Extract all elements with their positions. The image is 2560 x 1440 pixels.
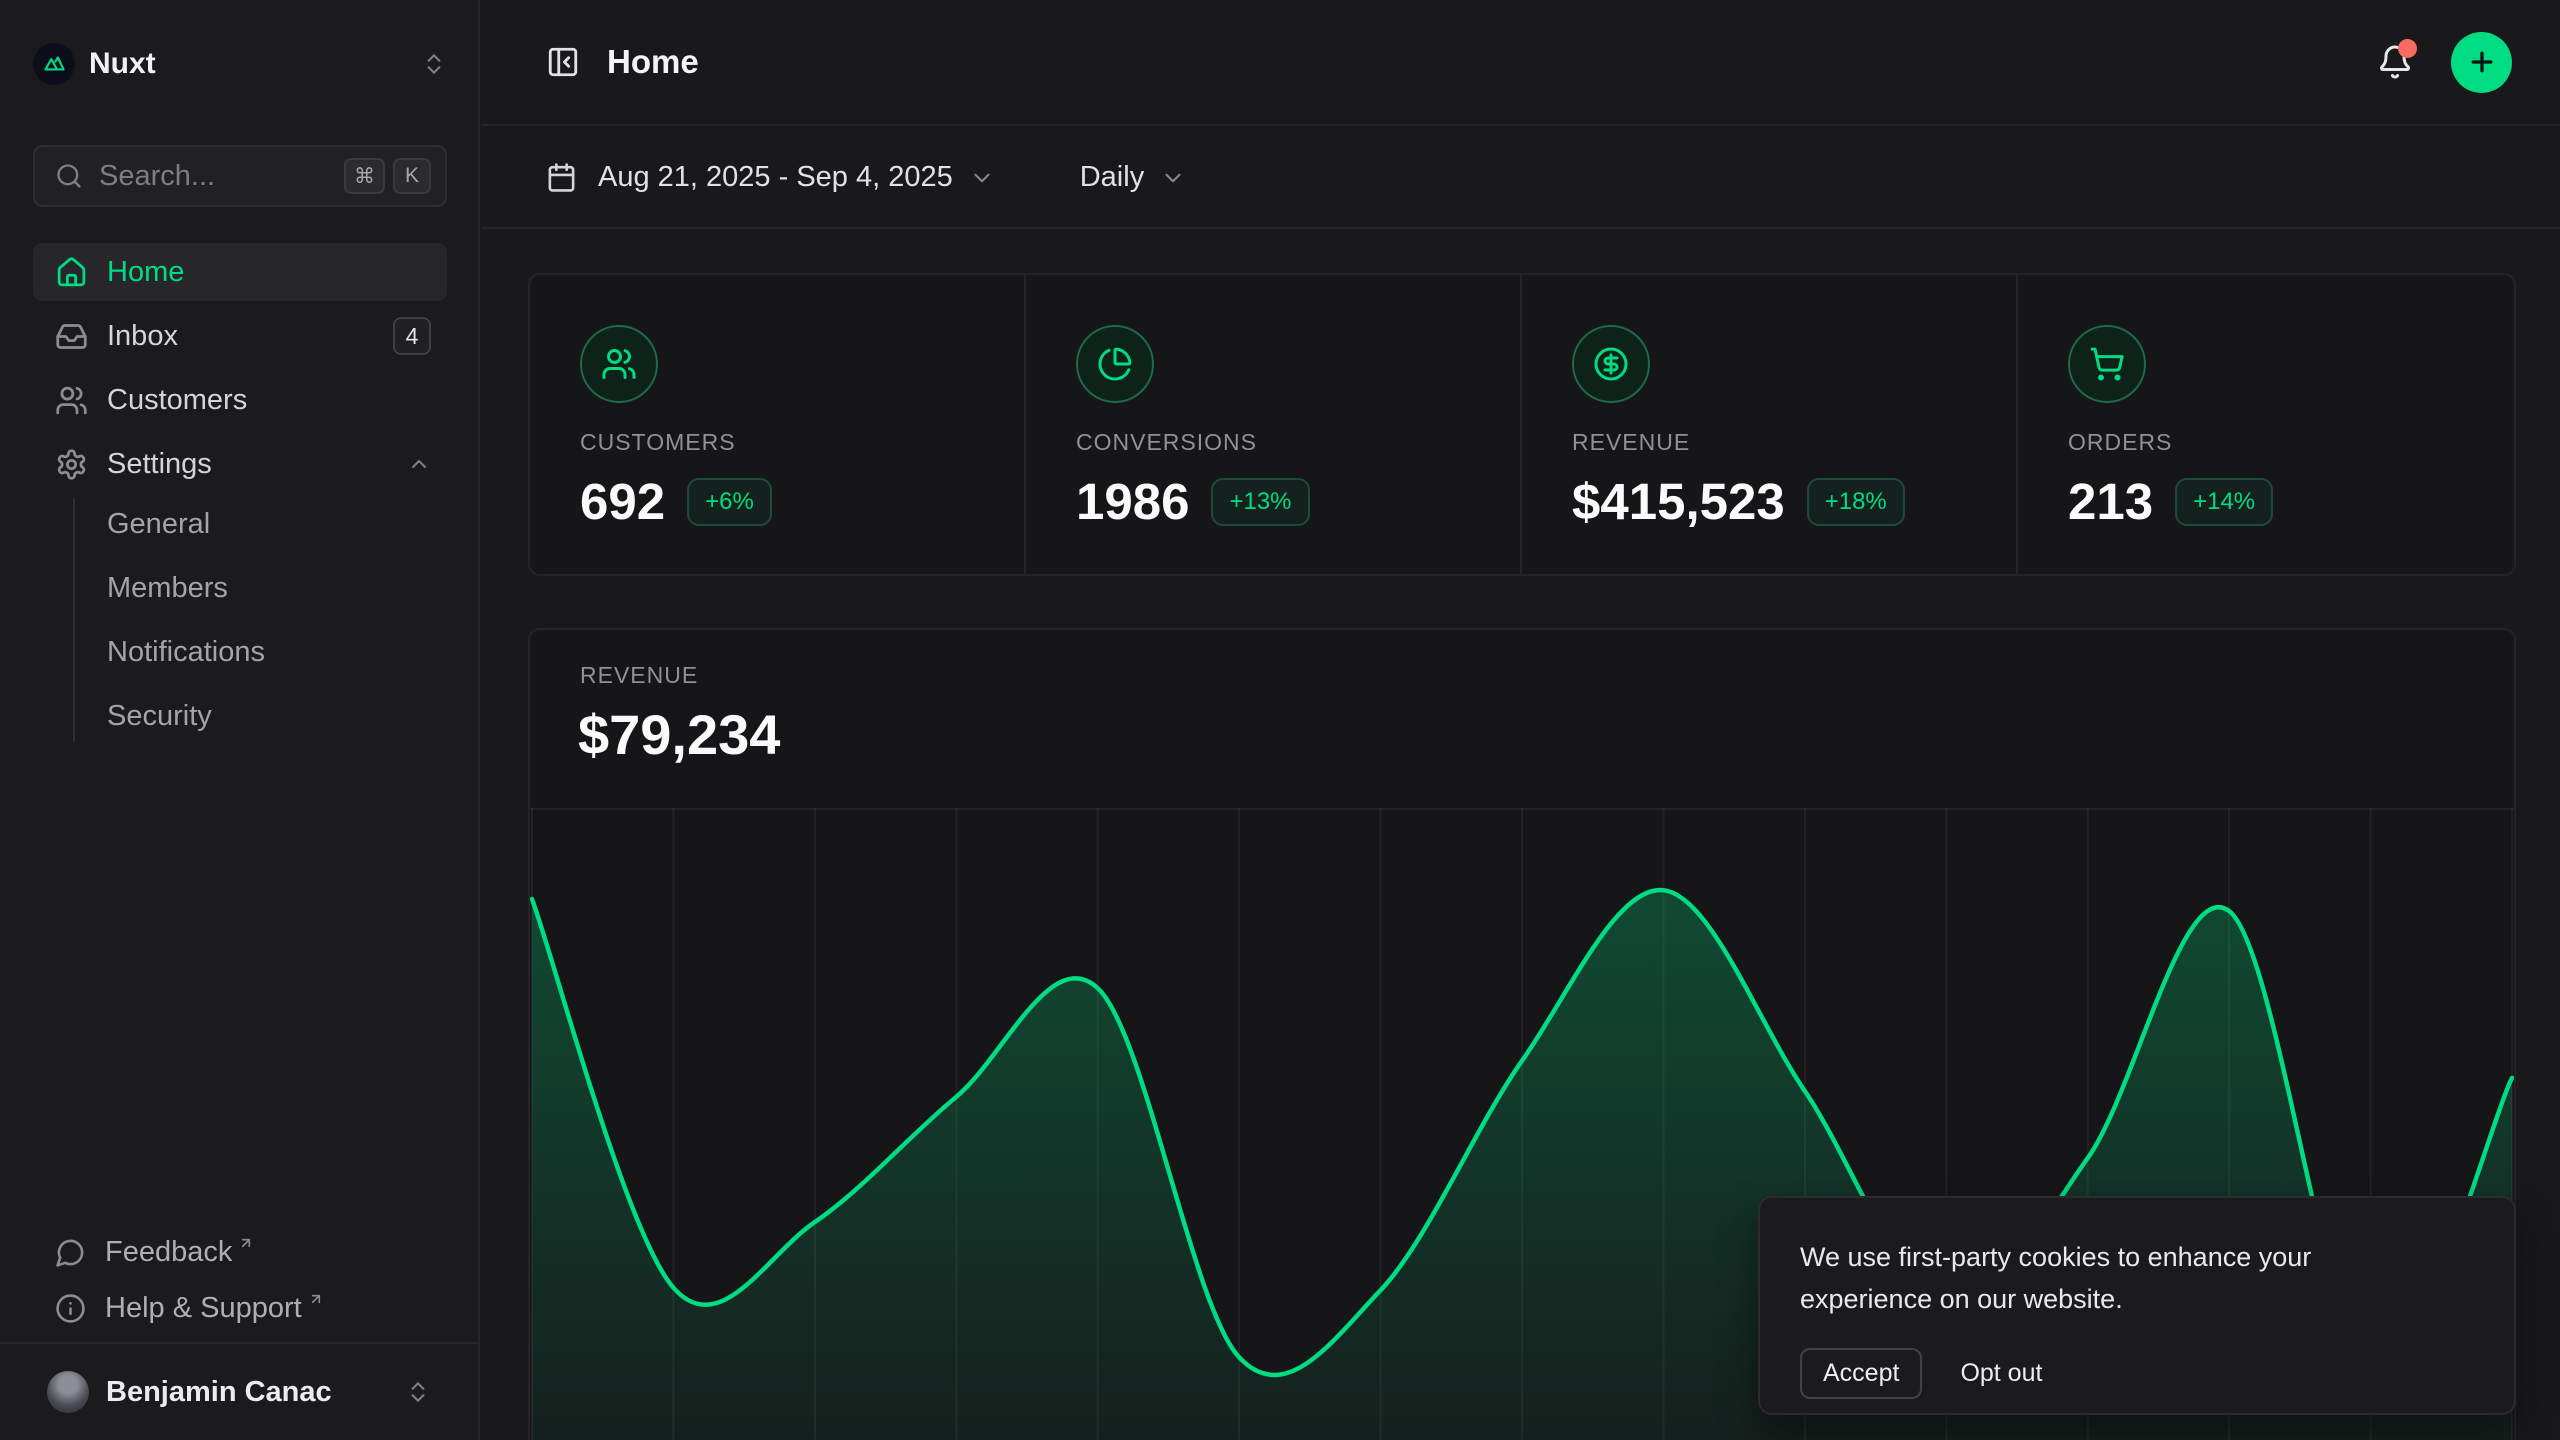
sidebar-item-label: Customers (107, 384, 431, 417)
pie-chart-icon (1076, 325, 1154, 403)
date-range-picker[interactable]: Aug 21, 2025 - Sep 4, 2025 (546, 161, 995, 194)
calendar-icon (546, 162, 577, 193)
sidebar-item-notifications[interactable]: Notifications (33, 623, 447, 681)
search-input[interactable]: Search... ⌘ K (33, 145, 447, 207)
sidebar-item-security[interactable]: Security (33, 687, 447, 745)
granularity-label: Daily (1080, 161, 1144, 194)
sidebar-item-settings[interactable]: Settings (33, 435, 447, 493)
accept-button[interactable]: Accept (1800, 1348, 1922, 1399)
cookie-message: We use first-party cookies to enhance yo… (1800, 1236, 2450, 1320)
stat-delta-badge: +18% (1807, 478, 1905, 526)
user-name: Benjamin Canac (106, 1376, 405, 1409)
stat-value: 1986 (1076, 472, 1189, 531)
external-link-icon (238, 1235, 254, 1251)
stat-card-revenue[interactable]: REVENUE $415,523 +18% (1522, 275, 2018, 574)
help-support-link[interactable]: Help & Support (33, 1280, 447, 1336)
notification-dot (2398, 39, 2417, 58)
revenue-label: REVENUE (580, 662, 698, 689)
add-button[interactable] (2451, 32, 2512, 93)
sidebar-item-customers[interactable]: Customers (33, 371, 447, 429)
chevron-up-icon (407, 452, 431, 476)
workspace-name: Nuxt (89, 47, 421, 81)
home-icon (55, 256, 88, 289)
dollar-circle-icon (1572, 325, 1650, 403)
kbd-command: ⌘ (344, 158, 385, 194)
workspace-switcher[interactable]: Nuxt (33, 38, 447, 90)
stat-card-orders[interactable]: ORDERS 213 +14% (2018, 275, 2514, 574)
stat-delta-badge: +6% (687, 478, 772, 526)
users-icon (55, 384, 88, 417)
top-header: Home (482, 0, 2560, 126)
sub-item-label: Members (107, 572, 228, 605)
sidebar-footer: Feedback Help & Support (33, 1224, 447, 1336)
sidebar: Nuxt Search... ⌘ K (0, 0, 480, 1440)
sidebar-collapse-icon[interactable] (546, 45, 580, 79)
sidebar-item-label: Home (107, 256, 431, 289)
gear-icon (55, 448, 88, 481)
chevron-down-icon (1160, 165, 1186, 191)
footer-link-label: Help & Support (105, 1292, 302, 1325)
sidebar-divider (0, 1342, 478, 1344)
sidebar-item-inbox[interactable]: Inbox 4 (33, 307, 447, 365)
sidebar-item-general[interactable]: General (33, 495, 447, 553)
sub-item-label: General (107, 508, 210, 541)
chevron-down-icon (969, 165, 995, 191)
stat-value: 692 (580, 472, 665, 531)
opt-out-button[interactable]: Opt out (1960, 1359, 2042, 1388)
chevrons-up-down-icon (421, 51, 447, 77)
notifications-bell-icon[interactable] (2377, 44, 2413, 80)
settings-subtree: General Members Notifications Security (33, 495, 447, 751)
message-bubble-icon (55, 1237, 86, 1268)
stat-value: 213 (2068, 472, 2153, 531)
stat-card-customers[interactable]: CUSTOMERS 692 +6% (530, 275, 1026, 574)
external-link-icon (308, 1291, 324, 1307)
stat-label: REVENUE (1572, 429, 2016, 456)
search-icon (55, 162, 83, 190)
inbox-count-badge: 4 (393, 317, 431, 355)
granularity-select[interactable]: Daily (1080, 161, 1186, 194)
inbox-icon (55, 320, 88, 353)
stats-row: CUSTOMERS 692 +6% CONVERSIONS 1986 +13% (528, 273, 2516, 576)
stat-label: CONVERSIONS (1076, 429, 1520, 456)
cookie-banner: We use first-party cookies to enhance yo… (1758, 1196, 2516, 1415)
stat-card-conversions[interactable]: CONVERSIONS 1986 +13% (1026, 275, 1522, 574)
search-placeholder: Search... (99, 160, 336, 193)
avatar (47, 1371, 89, 1413)
tree-line (73, 499, 75, 741)
sidebar-item-label: Inbox (107, 320, 393, 353)
users-icon (580, 325, 658, 403)
page-title: Home (607, 43, 2377, 81)
sidebar-item-members[interactable]: Members (33, 559, 447, 617)
sub-item-label: Security (107, 700, 212, 733)
footer-link-label: Feedback (105, 1236, 232, 1269)
kbd-k: K (393, 158, 431, 194)
stat-delta-badge: +14% (2175, 478, 2273, 526)
shopping-cart-icon (2068, 325, 2146, 403)
stat-label: ORDERS (2068, 429, 2514, 456)
filter-toolbar: Aug 21, 2025 - Sep 4, 2025 Daily (482, 128, 2560, 229)
date-range-label: Aug 21, 2025 - Sep 4, 2025 (598, 161, 953, 194)
nuxt-logo-icon (33, 43, 75, 85)
dashboard-page: Nuxt Search... ⌘ K (0, 0, 2560, 1440)
stat-label: CUSTOMERS (580, 429, 1024, 456)
stat-value: $415,523 (1572, 472, 1785, 531)
sidebar-item-label: Settings (107, 448, 407, 481)
revenue-total: $79,234 (578, 702, 780, 767)
sub-item-label: Notifications (107, 636, 265, 669)
sidebar-nav: Home Inbox 4 Cus (33, 243, 447, 499)
chevrons-up-down-icon (405, 1379, 431, 1405)
feedback-link[interactable]: Feedback (33, 1224, 447, 1280)
user-menu[interactable]: Benjamin Canac (33, 1360, 447, 1424)
info-circle-icon (55, 1293, 86, 1324)
stat-delta-badge: +13% (1211, 478, 1309, 526)
sidebar-item-home[interactable]: Home (33, 243, 447, 301)
